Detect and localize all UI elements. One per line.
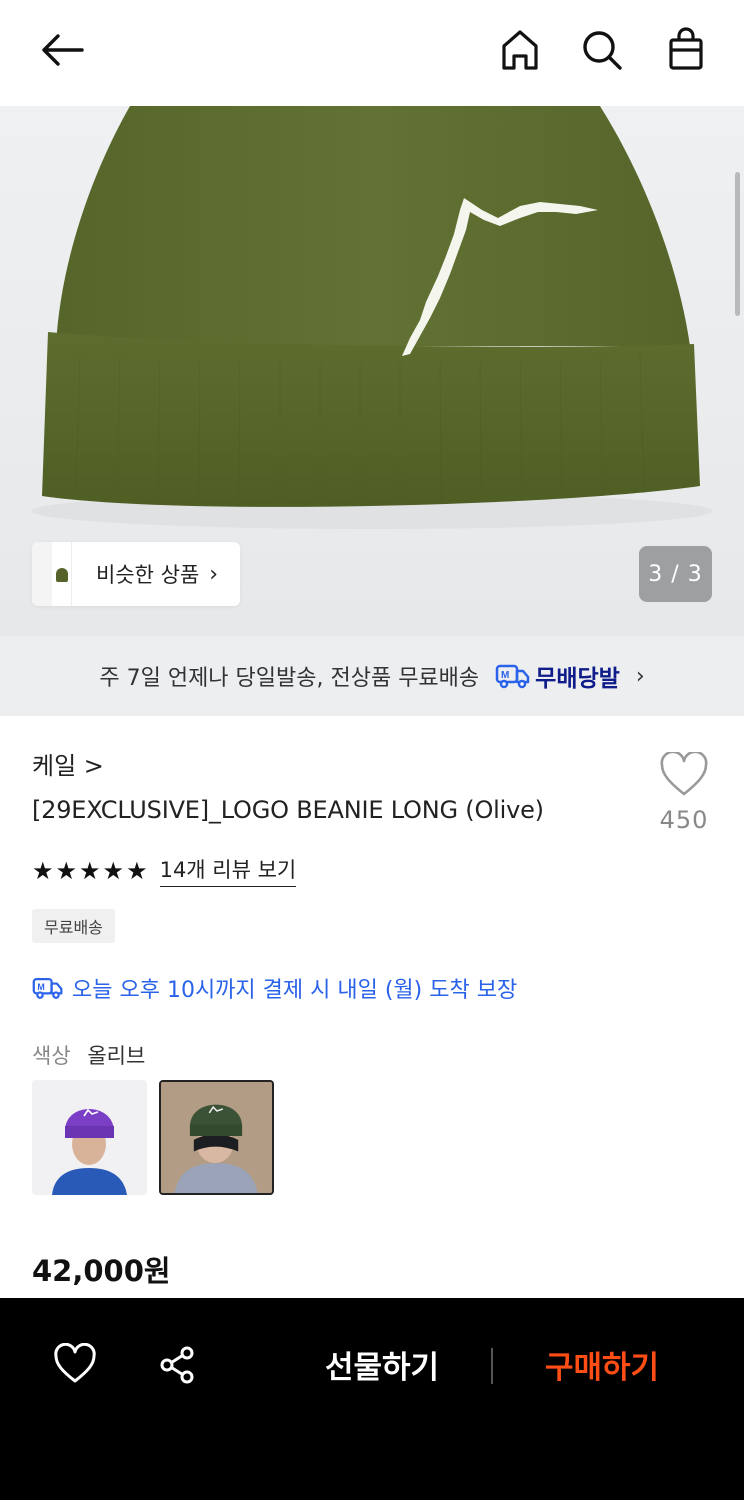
shipping-banner[interactable]: 주 7일 언제나 당일발송, 전상품 무료배송 M 무배당발 › <box>0 636 744 716</box>
heart-icon <box>660 750 708 796</box>
color-swatch-olive-selected[interactable] <box>159 1080 274 1195</box>
rating-row: ★★★★★ 14개 리뷰 보기 <box>32 854 297 887</box>
scrollbar[interactable] <box>735 172 740 316</box>
like-count: 450 <box>659 806 709 834</box>
shipping-brand: M 무배당발 <box>495 659 620 693</box>
like-button[interactable]: 450 <box>655 750 713 834</box>
rating-stars: ★★★★★ <box>32 856 150 885</box>
svg-text:M: M <box>37 982 44 992</box>
shipping-brand-label: 무배당발 <box>535 666 620 692</box>
share-icon[interactable] <box>152 1340 202 1390</box>
brand-link[interactable]: 케일 > <box>32 746 104 781</box>
product-price: 42,000원 <box>32 1254 171 1288</box>
gift-button[interactable]: 선물하기 <box>300 1342 464 1387</box>
shipping-notice: 주 7일 언제나 당일발송, 전상품 무료배송 <box>99 666 480 691</box>
delivery-guarantee: M 오늘 오후 10시까지 결제 시 내일 (월) 도착 보장 <box>32 972 517 1004</box>
similar-products-button[interactable]: 비슷한 상품 › <box>32 542 241 606</box>
top-nav-bar <box>0 0 744 106</box>
heart-icon[interactable] <box>50 1340 100 1390</box>
chevron-right-icon: › <box>209 561 219 587</box>
color-swatch-purple[interactable] <box>32 1080 147 1195</box>
free-shipping-badge: 무료배송 <box>32 909 115 943</box>
chevron-right-icon: › <box>635 663 645 689</box>
divider <box>491 1348 493 1384</box>
shopping-bag-icon[interactable] <box>660 24 712 76</box>
back-arrow-icon[interactable] <box>36 24 88 76</box>
image-pager: 3 / 3 <box>639 546 712 602</box>
similar-product-thumbnail <box>32 542 72 606</box>
bottom-action-bar: 선물하기 구매하기 <box>0 1298 744 1500</box>
home-icon[interactable] <box>494 24 546 76</box>
color-selection-row: 색상 올리브 <box>32 1040 145 1070</box>
svg-text:M: M <box>501 670 509 681</box>
review-link[interactable]: 14개 리뷰 보기 <box>159 854 297 887</box>
product-title: [29EXCLUSIVE]_LOGO BEANIE LONG (Olive) <box>32 796 544 824</box>
truck-icon: M <box>495 664 530 689</box>
truck-icon: M <box>32 978 63 999</box>
product-image-carousel[interactable]: 비슷한 상품 › 3 / 3 주 7일 언제나 당일발송, 전상품 무료배송 M… <box>0 106 744 716</box>
similar-products-label: 비슷한 상품 <box>96 563 200 587</box>
color-label: 색상 <box>32 1044 71 1068</box>
color-value: 올리브 <box>87 1044 146 1068</box>
search-icon[interactable] <box>576 24 628 76</box>
buy-button[interactable]: 구매하기 <box>520 1342 684 1387</box>
delivery-guarantee-text: 오늘 오후 10시까지 결제 시 내일 (월) 도착 보장 <box>72 978 518 1003</box>
